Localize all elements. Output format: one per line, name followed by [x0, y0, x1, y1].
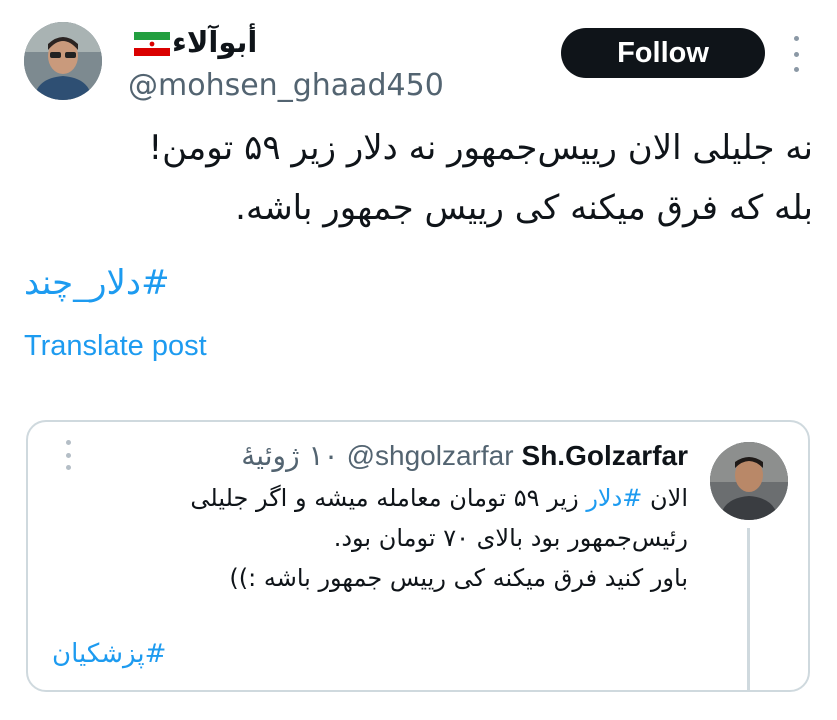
quote-author-avatar[interactable] [710, 442, 788, 520]
more-options-icon[interactable] [786, 36, 806, 72]
tweet-line: نه جلیلی الان رییس‌جمهور نه دلار زیر ۵۹ … [148, 128, 813, 168]
quote-more-options-icon[interactable] [63, 440, 73, 470]
tweet-header: أبوآلاء @mohsen_ghaad450 Follow [0, 0, 837, 110]
translate-post-link[interactable]: Translate post [24, 326, 207, 366]
author-avatar[interactable] [24, 22, 102, 100]
quoted-tweet-card[interactable]: ۱۰ ژوئیهٔ @shgolzarfar Sh.Golzarfar الان… [26, 420, 810, 692]
quote-date: ۱۰ ژوئیهٔ [241, 439, 339, 472]
tweet-line: بله که فرق میکنه کی رییس جمهور باشه. [235, 188, 813, 228]
author-handle[interactable]: @mohsen_ghaad450 [128, 66, 444, 106]
quote-author-handle[interactable]: @shgolzarfar [347, 436, 514, 476]
quote-line: رئیس‌جمهور بود بالای ۷۰ تومان بود. [333, 524, 688, 552]
quote-line: باور کنید فرق میکنه کی رییس جمهور باشه :… [229, 564, 688, 592]
author-avatar-image [24, 22, 102, 100]
quote-hashtag-link[interactable]: #پزشکیان [52, 634, 166, 674]
quote-avatar-image [710, 442, 788, 520]
tweet-text: نه جلیلی الان رییس‌جمهور نه دلار زیر ۵۹ … [23, 118, 813, 238]
quote-author-name[interactable]: Sh.Golzarfar [522, 436, 688, 476]
quote-line: الان #دلار زیر ۵۹ تومان معامله میشه و اگ… [68, 478, 688, 518]
quote-line-text: الان [642, 484, 688, 512]
quote-line-text: زیر ۵۹ تومان معامله میشه و اگر جلیلی [190, 484, 587, 512]
quote-inline-hashtag-link[interactable]: #دلار [586, 484, 642, 512]
follow-button[interactable]: Follow [561, 28, 765, 78]
iran-flag-icon [134, 32, 170, 56]
tweet-hashtag-link[interactable]: #دلار_چند [24, 258, 170, 308]
quote-text: الان #دلار زیر ۵۹ تومان معامله میشه و اگ… [68, 478, 688, 598]
author-display-name[interactable]: أبوآلاء [172, 23, 257, 61]
thread-line [747, 528, 750, 690]
quote-header: ۱۰ ژوئیهٔ @shgolzarfar Sh.Golzarfar [241, 436, 688, 476]
